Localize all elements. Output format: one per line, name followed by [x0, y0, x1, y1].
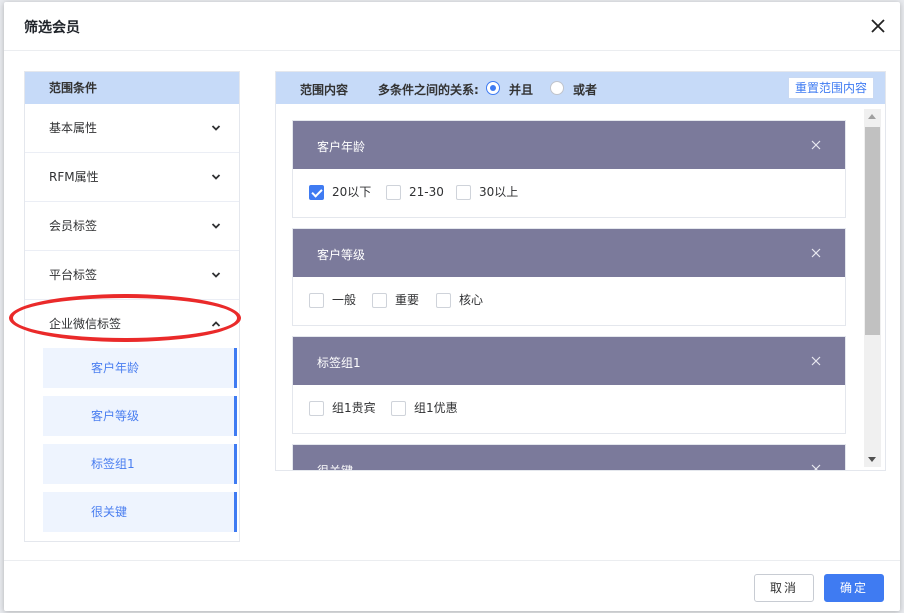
sub-item-customer-level[interactable]: 客户等级 — [43, 396, 237, 436]
confirm-button[interactable]: 确定 — [824, 574, 884, 602]
chevron-down-icon — [211, 223, 221, 229]
option-label: 20以下 — [332, 185, 372, 199]
menu-item-label: 基本属性 — [49, 121, 98, 135]
card-header: 客户年龄 — [293, 121, 845, 169]
card-header: 标签组1 — [293, 337, 845, 385]
option-label: 一般 — [332, 293, 357, 307]
checkbox[interactable] — [391, 401, 406, 416]
card-header: 很关键 — [293, 445, 845, 471]
card-title: 客户等级 — [317, 248, 366, 262]
scrollbar[interactable] — [864, 109, 881, 467]
dialog-footer: 取消 确定 — [4, 560, 900, 612]
chevron-down-icon — [211, 174, 221, 180]
reset-range-button[interactable]: 重置范围内容 — [788, 77, 874, 99]
radio-or[interactable] — [550, 81, 564, 95]
cancel-button[interactable]: 取消 — [754, 574, 814, 602]
checkbox-checked[interactable] — [309, 185, 324, 200]
dialog-title: 筛选会员 — [24, 20, 80, 36]
scroll-down-arrow-icon[interactable] — [868, 457, 876, 462]
checkbox[interactable] — [309, 401, 324, 416]
menu-item-basic-attributes[interactable]: 基本属性 — [25, 104, 239, 153]
card-options: 一般 重要 核心 — [293, 277, 845, 325]
menu-item-label: 平台标签 — [49, 268, 98, 282]
sub-item-very-key[interactable]: 很关键 — [43, 492, 237, 532]
option-label: 重要 — [395, 293, 420, 307]
radio-and[interactable] — [486, 81, 500, 95]
card-options: 组1贵宾 组1优惠 — [293, 385, 845, 433]
card-header: 客户等级 — [293, 229, 845, 277]
menu-item-label: 会员标签 — [49, 219, 98, 233]
range-conditions-panel: 范围条件 基本属性 RFM属性 会员标签 平台标签 企业微信标签 客户年龄 客户… — [24, 71, 240, 542]
menu-item-member-tags[interactable]: 会员标签 — [25, 202, 239, 251]
menu-item-platform-tags[interactable]: 平台标签 — [25, 251, 239, 300]
scroll-up-arrow-icon[interactable] — [868, 114, 876, 119]
range-content-header: 范围内容 多条件之间的关系: 并且 或者 重置范围内容 — [276, 72, 885, 104]
filter-members-dialog: 筛选会员 范围条件 基本属性 RFM属性 会员标签 平台标签 企业微信标签 客户… — [4, 2, 900, 611]
range-content-panel: 范围内容 多条件之间的关系: 并且 或者 重置范围内容 客户年龄 20以下 21… — [275, 71, 886, 471]
close-icon[interactable] — [809, 246, 823, 260]
card-title: 客户年龄 — [317, 140, 366, 154]
checkbox[interactable] — [372, 293, 387, 308]
menu-item-rfm-attributes[interactable]: RFM属性 — [25, 153, 239, 202]
option-label: 21-30 — [409, 185, 444, 199]
range-content-title: 范围内容 — [300, 83, 349, 97]
condition-card-customer-level: 客户等级 一般 重要 核心 — [292, 228, 846, 326]
menu-item-label: RFM属性 — [49, 170, 99, 184]
close-icon[interactable] — [809, 138, 823, 152]
menu-item-label: 企业微信标签 — [49, 317, 122, 331]
card-title: 标签组1 — [317, 356, 361, 370]
option-label: 组1贵宾 — [332, 401, 376, 415]
option-label: 组1优惠 — [414, 401, 458, 415]
chevron-up-icon — [211, 321, 221, 327]
checkbox[interactable] — [309, 293, 324, 308]
condition-card-very-key: 很关键 — [292, 444, 846, 471]
close-icon[interactable] — [866, 14, 890, 38]
condition-card-tag-group-1: 标签组1 组1贵宾 组1优惠 — [292, 336, 846, 434]
dialog-header: 筛选会员 — [4, 2, 900, 51]
radio-and-label[interactable]: 并且 — [509, 81, 533, 98]
checkbox[interactable] — [436, 293, 451, 308]
close-icon[interactable] — [809, 354, 823, 368]
option-label: 核心 — [459, 293, 484, 307]
checkbox[interactable] — [456, 185, 471, 200]
radio-or-label[interactable]: 或者 — [573, 81, 597, 98]
range-conditions-header: 范围条件 — [25, 72, 239, 104]
card-options: 20以下 21-30 30以上 — [293, 169, 845, 217]
option-label: 30以上 — [479, 185, 519, 199]
card-title: 很关键 — [317, 464, 354, 471]
menu-item-wecom-tags[interactable]: 企业微信标签 — [25, 300, 239, 348]
sub-item-customer-age[interactable]: 客户年龄 — [43, 348, 237, 388]
condition-card-customer-age: 客户年龄 20以下 21-30 30以上 — [292, 120, 846, 218]
chevron-down-icon — [211, 272, 221, 278]
close-icon[interactable] — [809, 462, 823, 471]
relation-label: 多条件之间的关系: — [378, 83, 479, 97]
scroll-thumb[interactable] — [865, 127, 880, 335]
checkbox[interactable] — [386, 185, 401, 200]
chevron-down-icon — [211, 125, 221, 131]
sub-item-tag-group-1[interactable]: 标签组1 — [43, 444, 237, 484]
